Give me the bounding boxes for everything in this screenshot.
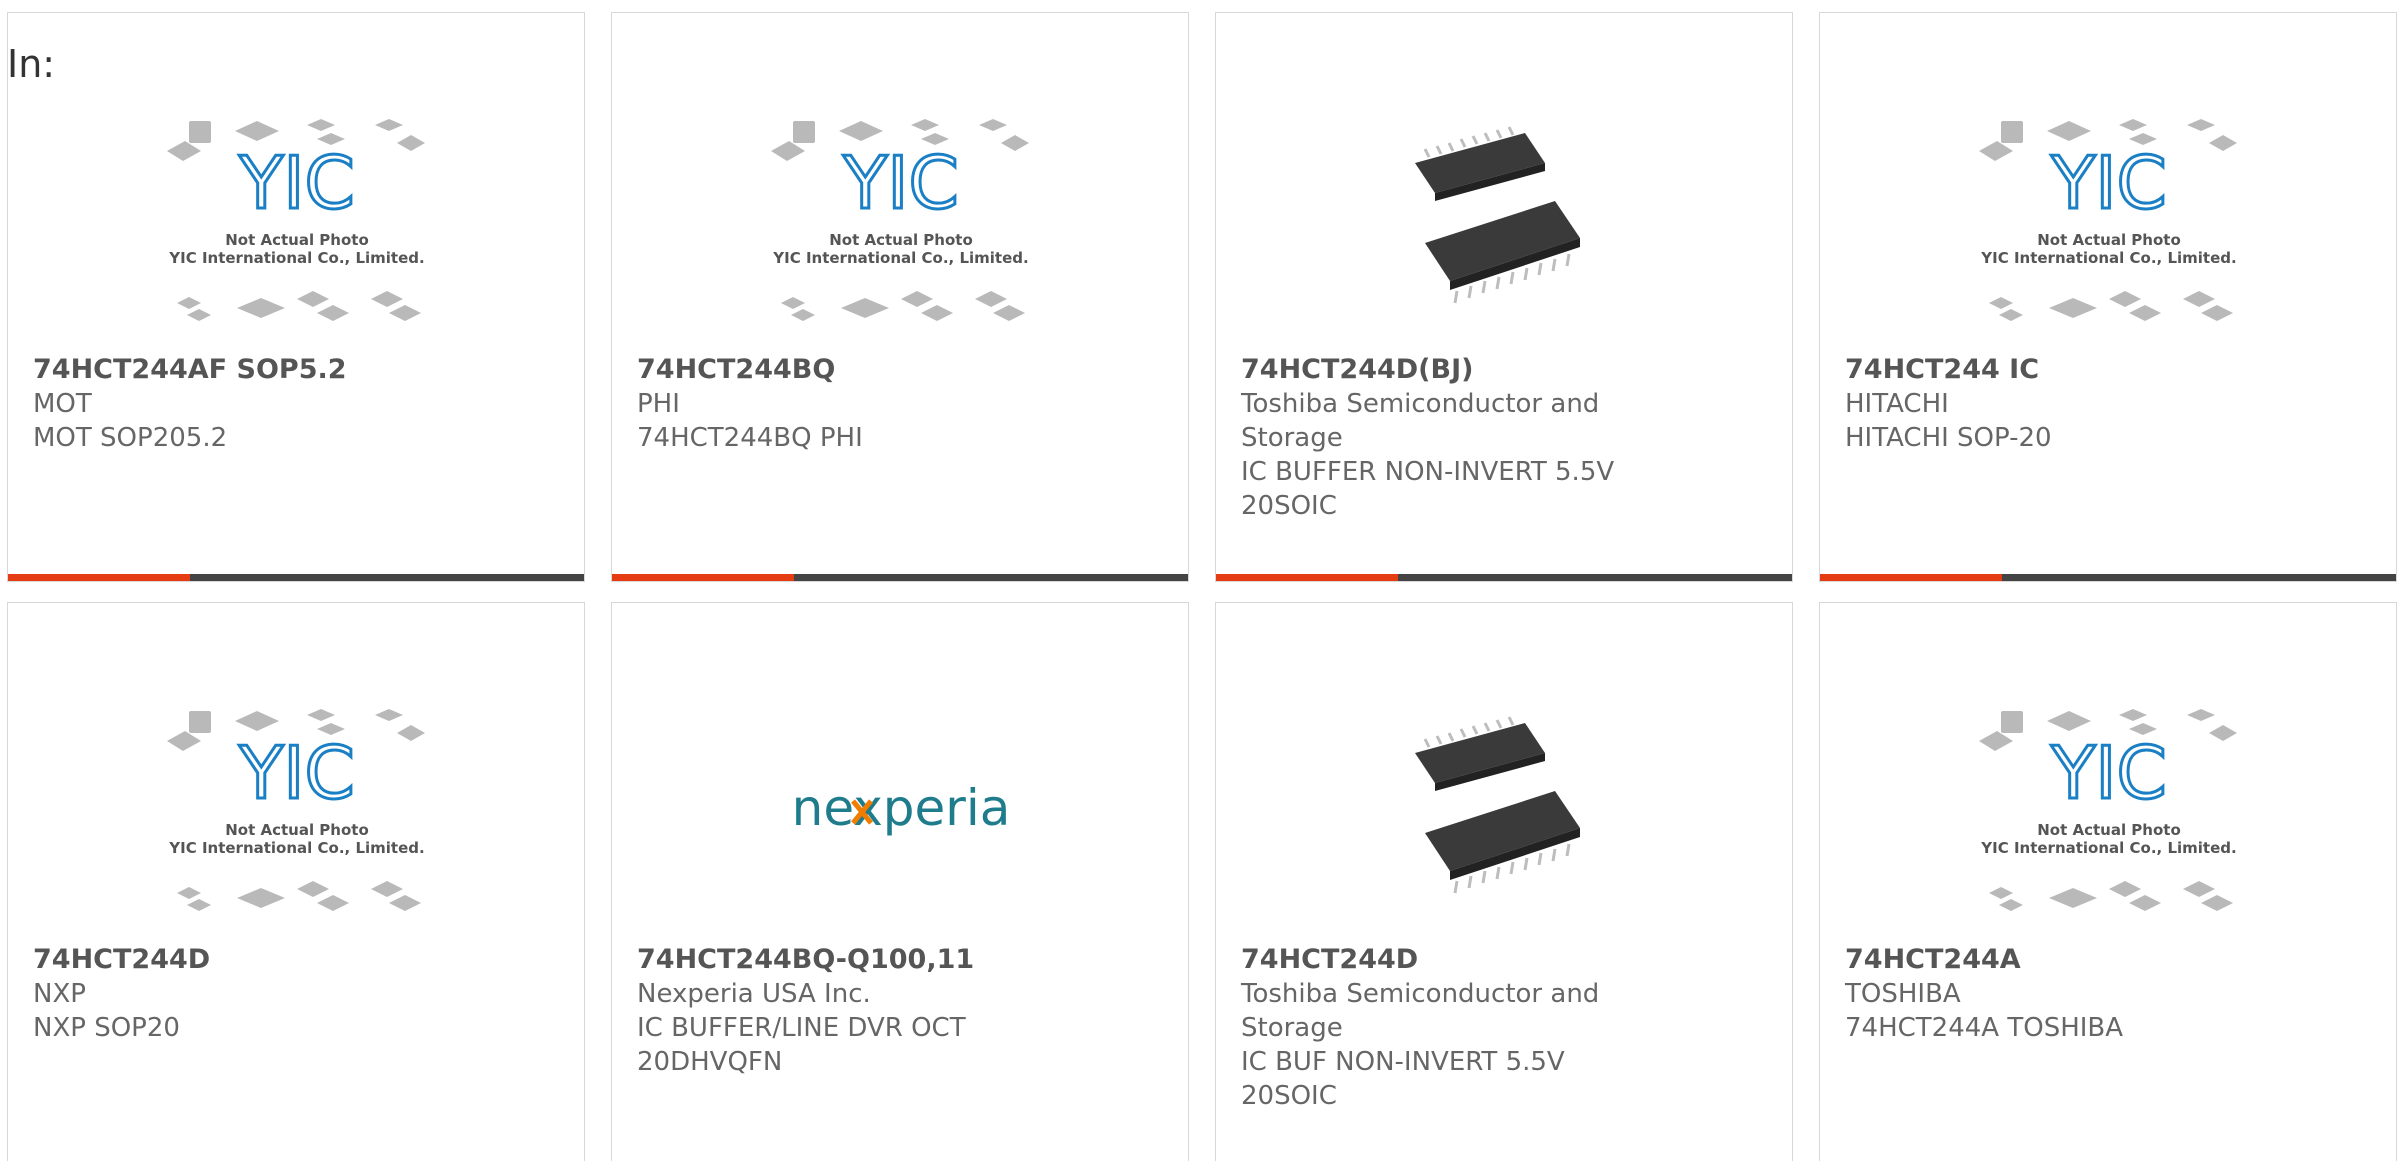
svg-text:YIC International Co., Limited: YIC International Co., Limited. bbox=[1980, 249, 2236, 267]
product-info: 74HCT244 IC HITACHI HITACHI SOP-20 bbox=[1845, 353, 2376, 455]
product-image-chip-photo[interactable] bbox=[1216, 673, 1792, 953]
svg-text:Not Actual Photo: Not Actual Photo bbox=[2037, 821, 2181, 839]
card-accent-bar bbox=[1216, 574, 1398, 581]
part-number-link[interactable]: 74HCT244D bbox=[33, 943, 564, 977]
product-card[interactable]: YIC Not Actual Photo YIC International C… bbox=[1819, 12, 2397, 582]
manufacturer-name: NXP bbox=[33, 979, 86, 1009]
svg-text:YIC: YIC bbox=[2050, 731, 2167, 815]
product-card[interactable]: 74HCT244D(BJ) Toshiba Semiconductor and … bbox=[1215, 12, 1793, 582]
product-description: MOT SOP205.2 bbox=[33, 423, 228, 453]
product-image-placeholder[interactable]: YIC Not Actual Photo YIC International C… bbox=[612, 83, 1188, 363]
card-accent-bar bbox=[8, 574, 190, 581]
svg-text:Not Actual Photo: Not Actual Photo bbox=[829, 231, 973, 249]
product-card[interactable]: YIC Not Actual Photo YIC International C… bbox=[1819, 602, 2397, 1161]
product-description: IC BUF NON-INVERT 5.5V 20SOIC bbox=[1241, 1047, 1565, 1111]
product-info: 74HCT244AF SOP5.2 MOT MOT SOP205.2 bbox=[33, 353, 564, 455]
svg-text:YIC International Co., Limited: YIC International Co., Limited. bbox=[1980, 839, 2236, 857]
manufacturer-name: PHI bbox=[637, 389, 680, 419]
product-description: IC BUFFER NON-INVERT 5.5V 20SOIC bbox=[1241, 457, 1615, 521]
product-info: 74HCT244BQ-Q100,11 Nexperia USA Inc. IC … bbox=[637, 943, 1168, 1079]
product-info: 74HCT244D NXP NXP SOP20 bbox=[33, 943, 564, 1045]
product-image-placeholder[interactable]: YIC Not Actual Photo YIC International C… bbox=[8, 83, 584, 363]
manufacturer-name: Toshiba Semiconductor and Storage bbox=[1241, 389, 1600, 453]
product-card[interactable]: nexperia 74HCT244BQ-Q100,11 Nexperia USA… bbox=[611, 602, 1189, 1161]
card-accent-bar bbox=[1820, 574, 2002, 581]
part-number-link[interactable]: 74HCT244BQ bbox=[637, 353, 1168, 387]
product-info: 74HCT244BQ PHI 74HCT244BQ PHI bbox=[637, 353, 1168, 455]
filter-label: In: bbox=[7, 42, 56, 86]
card-bottom-bar bbox=[8, 574, 584, 581]
nexperia-logo-icon: nexperia bbox=[792, 779, 1011, 837]
product-card[interactable]: 74HCT244D Toshiba Semiconductor and Stor… bbox=[1215, 602, 1793, 1161]
product-image-brand-logo[interactable]: nexperia bbox=[612, 673, 1188, 953]
product-description: HITACHI SOP-20 bbox=[1845, 423, 2052, 453]
svg-text:YIC International Co., Limited: YIC International Co., Limited. bbox=[772, 249, 1028, 267]
product-listing-page: In: YIC Not Actual Photo YIC Internation… bbox=[0, 0, 2400, 1161]
product-card[interactable]: YIC Not Actual Photo YIC International C… bbox=[7, 602, 585, 1161]
manufacturer-name: TOSHIBA bbox=[1845, 979, 1961, 1009]
svg-text:YIC International Co., Limited: YIC International Co., Limited. bbox=[168, 249, 424, 267]
part-number-link[interactable]: 74HCT244BQ-Q100,11 bbox=[637, 943, 1168, 977]
svg-text:YIC International Co., Limited: YIC International Co., Limited. bbox=[168, 839, 424, 857]
product-grid: YIC Not Actual Photo YIC International C… bbox=[7, 12, 2400, 1161]
part-number-link[interactable]: 74HCT244A bbox=[1845, 943, 2376, 977]
product-info: 74HCT244D Toshiba Semiconductor and Stor… bbox=[1241, 943, 1772, 1113]
part-number-link[interactable]: 74HCT244D(BJ) bbox=[1241, 353, 1772, 387]
product-description: 74HCT244BQ PHI bbox=[637, 423, 863, 453]
product-info: 74HCT244D(BJ) Toshiba Semiconductor and … bbox=[1241, 353, 1772, 523]
manufacturer-name: Nexperia USA Inc. bbox=[637, 979, 871, 1009]
card-accent-bar bbox=[612, 574, 794, 581]
part-number-link[interactable]: 74HCT244AF SOP5.2 bbox=[33, 353, 564, 387]
product-card[interactable]: YIC Not Actual Photo YIC International C… bbox=[611, 12, 1189, 582]
part-number-link[interactable]: 74HCT244 IC bbox=[1845, 353, 2376, 387]
product-image-chip-photo[interactable] bbox=[1216, 83, 1792, 363]
svg-text:Not Actual Photo: Not Actual Photo bbox=[2037, 231, 2181, 249]
card-bottom-bar bbox=[612, 574, 1188, 581]
svg-text:YIC: YIC bbox=[238, 141, 355, 225]
manufacturer-name: Toshiba Semiconductor and Storage bbox=[1241, 979, 1600, 1043]
product-image-placeholder[interactable]: YIC Not Actual Photo YIC International C… bbox=[8, 673, 584, 953]
product-description: IC BUFFER/LINE DVR OCT 20DHVQFN bbox=[637, 1013, 966, 1077]
product-description: NXP SOP20 bbox=[33, 1013, 180, 1043]
card-bottom-bar bbox=[1216, 574, 1792, 581]
part-number-link[interactable]: 74HCT244D bbox=[1241, 943, 1772, 977]
product-description: 74HCT244A TOSHIBA bbox=[1845, 1013, 2124, 1043]
svg-text:Not Actual Photo: Not Actual Photo bbox=[225, 821, 369, 839]
manufacturer-name: MOT bbox=[33, 389, 92, 419]
card-bottom-bar bbox=[1820, 574, 2396, 581]
product-info: 74HCT244A TOSHIBA 74HCT244A TOSHIBA bbox=[1845, 943, 2376, 1045]
svg-text:Not Actual Photo: Not Actual Photo bbox=[225, 231, 369, 249]
svg-text:YIC: YIC bbox=[238, 731, 355, 815]
manufacturer-name: HITACHI bbox=[1845, 389, 1949, 419]
product-image-placeholder[interactable]: YIC Not Actual Photo YIC International C… bbox=[1820, 673, 2396, 953]
svg-text:YIC: YIC bbox=[2050, 141, 2167, 225]
product-card[interactable]: YIC Not Actual Photo YIC International C… bbox=[7, 12, 585, 582]
svg-text:YIC: YIC bbox=[842, 141, 959, 225]
product-image-placeholder[interactable]: YIC Not Actual Photo YIC International C… bbox=[1820, 83, 2396, 363]
